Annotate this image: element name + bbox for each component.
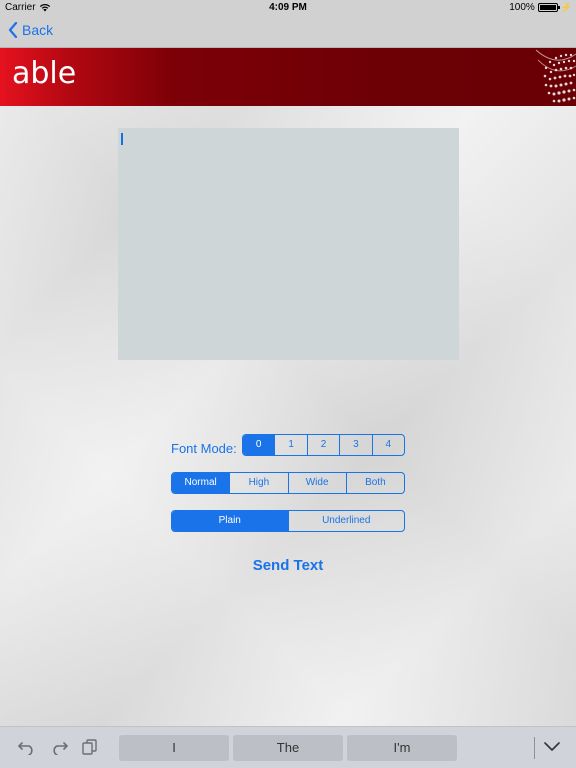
send-text-button[interactable]: Send Text [0,557,576,574]
suggestion-3[interactable]: I'm [347,735,457,761]
send-text-label: Send Text [252,557,324,574]
redo-icon[interactable] [50,739,68,755]
font-mode-option-3[interactable]: 3 [340,435,373,455]
size-option-wide[interactable]: Wide [289,473,347,493]
chevron-left-icon [8,22,18,38]
status-bar: Carrier 4:09 PM 100% ⚡ [0,0,576,16]
style-option-plain[interactable]: Plain [172,511,289,531]
suggestion-2[interactable]: The [233,735,343,761]
style-option-underlined[interactable]: Underlined [289,511,405,531]
battery-percent: 100% [509,2,535,13]
text-cursor [121,133,123,145]
clock: 4:09 PM [269,2,307,13]
back-button[interactable]: Back [8,22,53,38]
style-mode-segmented-control: Plain Underlined [171,510,405,532]
font-mode-option-0[interactable]: 0 [243,435,276,455]
font-mode-label: Font Mode: [171,441,237,456]
text-input-area[interactable] [118,128,459,360]
size-option-high[interactable]: High [230,473,289,493]
font-mode-segmented-control: 0 1 2 3 4 [242,434,405,456]
keyboard-assistant-bar: I The I'm [0,726,576,768]
size-option-normal[interactable]: Normal [172,473,231,493]
globe-decoration-icon [535,49,576,103]
battery-info: 100% ⚡ [509,2,572,13]
divider [534,737,535,759]
able-logo: able [12,56,77,91]
navigation-bar: Back [0,16,576,48]
battery-icon [537,3,560,12]
font-mode-option-4[interactable]: 4 [373,435,404,455]
charging-bolt-icon: ⚡ [560,2,572,12]
paste-icon[interactable] [82,739,98,755]
suggestion-1[interactable]: I [119,735,229,761]
size-option-both[interactable]: Both [347,473,404,493]
dismiss-keyboard-icon[interactable] [544,742,560,752]
font-mode-option-2[interactable]: 2 [308,435,341,455]
size-mode-segmented-control: Normal High Wide Both [171,472,405,494]
back-label: Back [22,22,54,38]
font-mode-option-1[interactable]: 1 [275,435,308,455]
header-banner: able [0,48,576,106]
undo-icon[interactable] [18,739,36,755]
